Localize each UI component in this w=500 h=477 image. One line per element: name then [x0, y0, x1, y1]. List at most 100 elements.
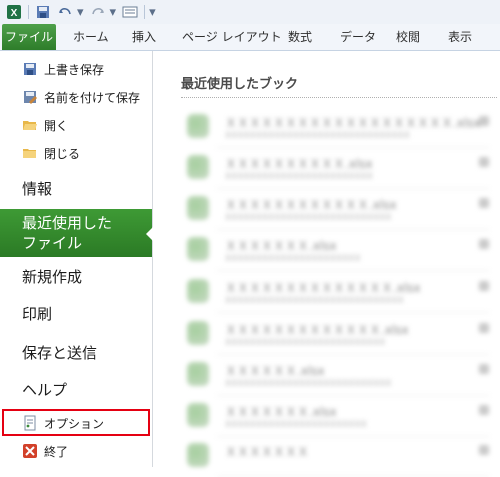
recent-file-name: ＸＸＸＸＸＸＸ.xlsx — [225, 239, 337, 253]
row-divider — [217, 229, 489, 230]
excel-file-icon — [187, 321, 209, 345]
menu-item-label: 新規作成 — [22, 267, 83, 286]
tab-home[interactable]: ホーム — [73, 24, 109, 50]
excel-file-icon — [187, 403, 209, 427]
tab-page-layout[interactable]: ページ レイアウト — [182, 24, 282, 50]
row-divider — [217, 147, 489, 148]
recent-file-row[interactable]: ＸＸＸＸＸＸＸＸＸＸＸＸ.xlsx XXXXXXXXXXXXXXXXXXXXXXX… — [181, 190, 497, 230]
options-highlight-box — [2, 409, 150, 436]
menu-item-open[interactable]: 開く — [0, 112, 152, 138]
menu-item-save-as[interactable]: 名前を付けて保存 — [0, 84, 152, 110]
menu-item-label: 開く — [44, 118, 69, 133]
excel-file-icon — [187, 114, 209, 138]
tab-insert[interactable]: 挿入 — [132, 24, 156, 50]
recent-workbooks-title: 最近使用したブック — [181, 77, 299, 92]
menu-item-save-send[interactable]: 保存と送信 — [0, 333, 152, 371]
pin-icon[interactable] — [479, 157, 489, 167]
tab-formulas[interactable]: 数式 — [288, 24, 312, 50]
customize-toolbar-icon[interactable]: ▾ — [149, 5, 156, 20]
recent-file-row[interactable]: ＸＸＸＸＸＸＸＸＸＸＸＸＸＸ.xlsx XXXXXXXXXXXXXXXXXXXXX… — [181, 273, 497, 313]
recent-file-path: XXXXXXXXXXXXXXXXXXXXXXXXXX — [225, 338, 386, 348]
recent-file-path: XXXXXXXXXXXXXXXXXXXXXXXXXXXXX — [225, 296, 404, 306]
excel-file-icon — [187, 237, 209, 261]
menu-item-exit[interactable]: 終了 — [0, 438, 152, 464]
pin-icon[interactable] — [479, 281, 489, 291]
exit-icon — [22, 443, 38, 459]
recent-file-name: ＸＸＸＸＸＸＸＸＸＸ.xlsx — [225, 157, 373, 171]
recent-file-row[interactable]: ＸＸＸＸＸＸ.xlsx XXXXXXXXXXXXXXXXXXXXXXXXXXX — [181, 356, 497, 396]
recent-label-line2: ファイル — [22, 234, 83, 252]
tab-review[interactable]: 校閲 — [396, 24, 420, 50]
ribbon-tabs: ファイル ホーム 挿入 ページ レイアウト 数式 データ 校閲 表示 — [0, 24, 500, 51]
pin-icon[interactable] — [479, 323, 489, 333]
excel-file-icon — [187, 155, 209, 179]
undo-icon[interactable] — [57, 4, 73, 20]
recent-file-path: XXXXXXXXXXXXXXXXXXXXXXXXXXXXXX — [225, 131, 410, 141]
recent-file-name: ＸＸＸＸＸＸＸ — [225, 445, 310, 459]
close-folder-icon — [22, 145, 38, 161]
menu-item-label: 最近使用した ファイル — [22, 213, 112, 253]
recent-file-row[interactable]: ＸＸＸＸＸＸＸＸＸＸ.xlsx XXXXXXXXXXXXXXXXXXXXXXXX — [181, 149, 497, 189]
menu-item-label: 情報 — [22, 179, 53, 198]
recent-file-path: XXXXXXXXXXXXXXXXXXXXXX — [225, 254, 361, 264]
recent-file-path: XXXXXXXXXXXXXXXXXXXXXXXXXXX — [225, 213, 392, 223]
backstage-menu: 上書き保存 名前を付けて保存 開く 閉じる 情報 最近使用した ファイル 新規作… — [0, 51, 155, 467]
excel-file-icon — [187, 196, 209, 220]
save-as-icon — [22, 89, 38, 105]
pin-icon[interactable] — [479, 405, 489, 415]
form-icon[interactable] — [122, 4, 138, 20]
recent-file-name: ＸＸＸＸＸＸＸＸＸＸＸＸＸＸＸＸＸＸＸ.xlsx — [225, 116, 481, 130]
tab-file[interactable]: ファイル — [2, 24, 56, 50]
recent-file-row[interactable]: ＸＸＸＸＸＸＸＸＸＸＸＸＸ.xlsx XXXXXXXXXXXXXXXXXXXXXX… — [181, 315, 497, 355]
menu-item-help[interactable]: ヘルプ — [0, 370, 152, 408]
excel-logo-icon[interactable]: X — [6, 4, 22, 20]
save-icon[interactable] — [35, 4, 51, 20]
recent-file-path: XXXXXXXXXXXXXXXXXXXXXXXXXXX — [225, 379, 392, 389]
recent-file-name: ＸＸＸＸＸＸＸ.xlsx — [225, 405, 337, 419]
toolbar-divider — [144, 5, 146, 19]
row-divider — [217, 188, 489, 189]
menu-item-label: 閉じる — [44, 146, 81, 161]
recent-file-name: ＸＸＸＸＸＸＸＸＸＸＸＸＸ.xlsx — [225, 323, 409, 337]
menu-item-label: 終了 — [44, 444, 69, 459]
redo-dropdown-icon[interactable]: ▾ — [110, 5, 117, 20]
recent-file-name: ＸＸＸＸＸＸＸＸＸＸＸＸ.xlsx — [225, 198, 397, 212]
redo-icon[interactable] — [90, 4, 106, 20]
excel-file-icon — [187, 362, 209, 386]
recent-file-row[interactable]: ＸＸＸＸＸＸＸ — [181, 437, 497, 477]
menu-item-label: 印刷 — [22, 304, 53, 323]
tab-view[interactable]: 表示 — [448, 24, 472, 50]
pin-icon[interactable] — [479, 239, 489, 249]
menu-item-save[interactable]: 上書き保存 — [0, 56, 152, 82]
excel-file-icon — [187, 443, 209, 467]
pin-icon[interactable] — [479, 445, 489, 455]
row-divider — [217, 312, 489, 313]
menu-item-label: ヘルプ — [22, 380, 68, 399]
pin-icon[interactable] — [479, 116, 489, 126]
recent-file-row[interactable]: ＸＸＸＸＸＸＸ.xlsx XXXXXXXXXXXXXXXXXXXXXX — [181, 231, 497, 271]
recent-file-name: ＸＸＸＸＸＸＸＸＸＸＸＸＸＸ.xlsx — [225, 281, 421, 295]
pin-icon[interactable] — [479, 364, 489, 374]
menu-item-label: 保存と送信 — [22, 343, 98, 362]
row-divider — [217, 270, 489, 271]
menu-item-label: 名前を付けて保存 — [44, 90, 141, 105]
excel-file-icon — [187, 279, 209, 303]
title-divider — [181, 97, 497, 98]
recent-file-row[interactable]: ＸＸＸＸＸＸＸＸＸＸＸＸＸＸＸＸＸＸＸ.xlsx XXXXXXXXXXXXXXXX… — [181, 108, 497, 148]
tab-data[interactable]: データ — [340, 24, 376, 50]
undo-dropdown-icon[interactable]: ▾ — [77, 5, 84, 20]
toolbar-divider — [28, 5, 29, 19]
pin-icon[interactable] — [479, 198, 489, 208]
menu-item-new[interactable]: 新規作成 — [0, 257, 152, 295]
recent-file-row[interactable]: ＸＸＸＸＸＸＸ.xlsx XXXXXXXXXXXXXXXXXXXXXXX — [181, 397, 497, 437]
menu-item-info[interactable]: 情報 — [0, 169, 152, 207]
menu-item-label: 上書き保存 — [44, 62, 105, 77]
row-divider — [217, 395, 489, 396]
menu-item-close[interactable]: 閉じる — [0, 140, 152, 166]
quick-access-toolbar: X ▾ ▾ ▾ — [0, 0, 500, 24]
menu-item-print[interactable]: 印刷 — [0, 294, 152, 332]
row-divider — [217, 354, 489, 355]
recent-file-name: ＸＸＸＸＸＸ.xlsx — [225, 364, 325, 378]
menu-item-recent[interactable]: 最近使用した ファイル — [0, 209, 152, 257]
open-folder-icon — [22, 117, 38, 133]
